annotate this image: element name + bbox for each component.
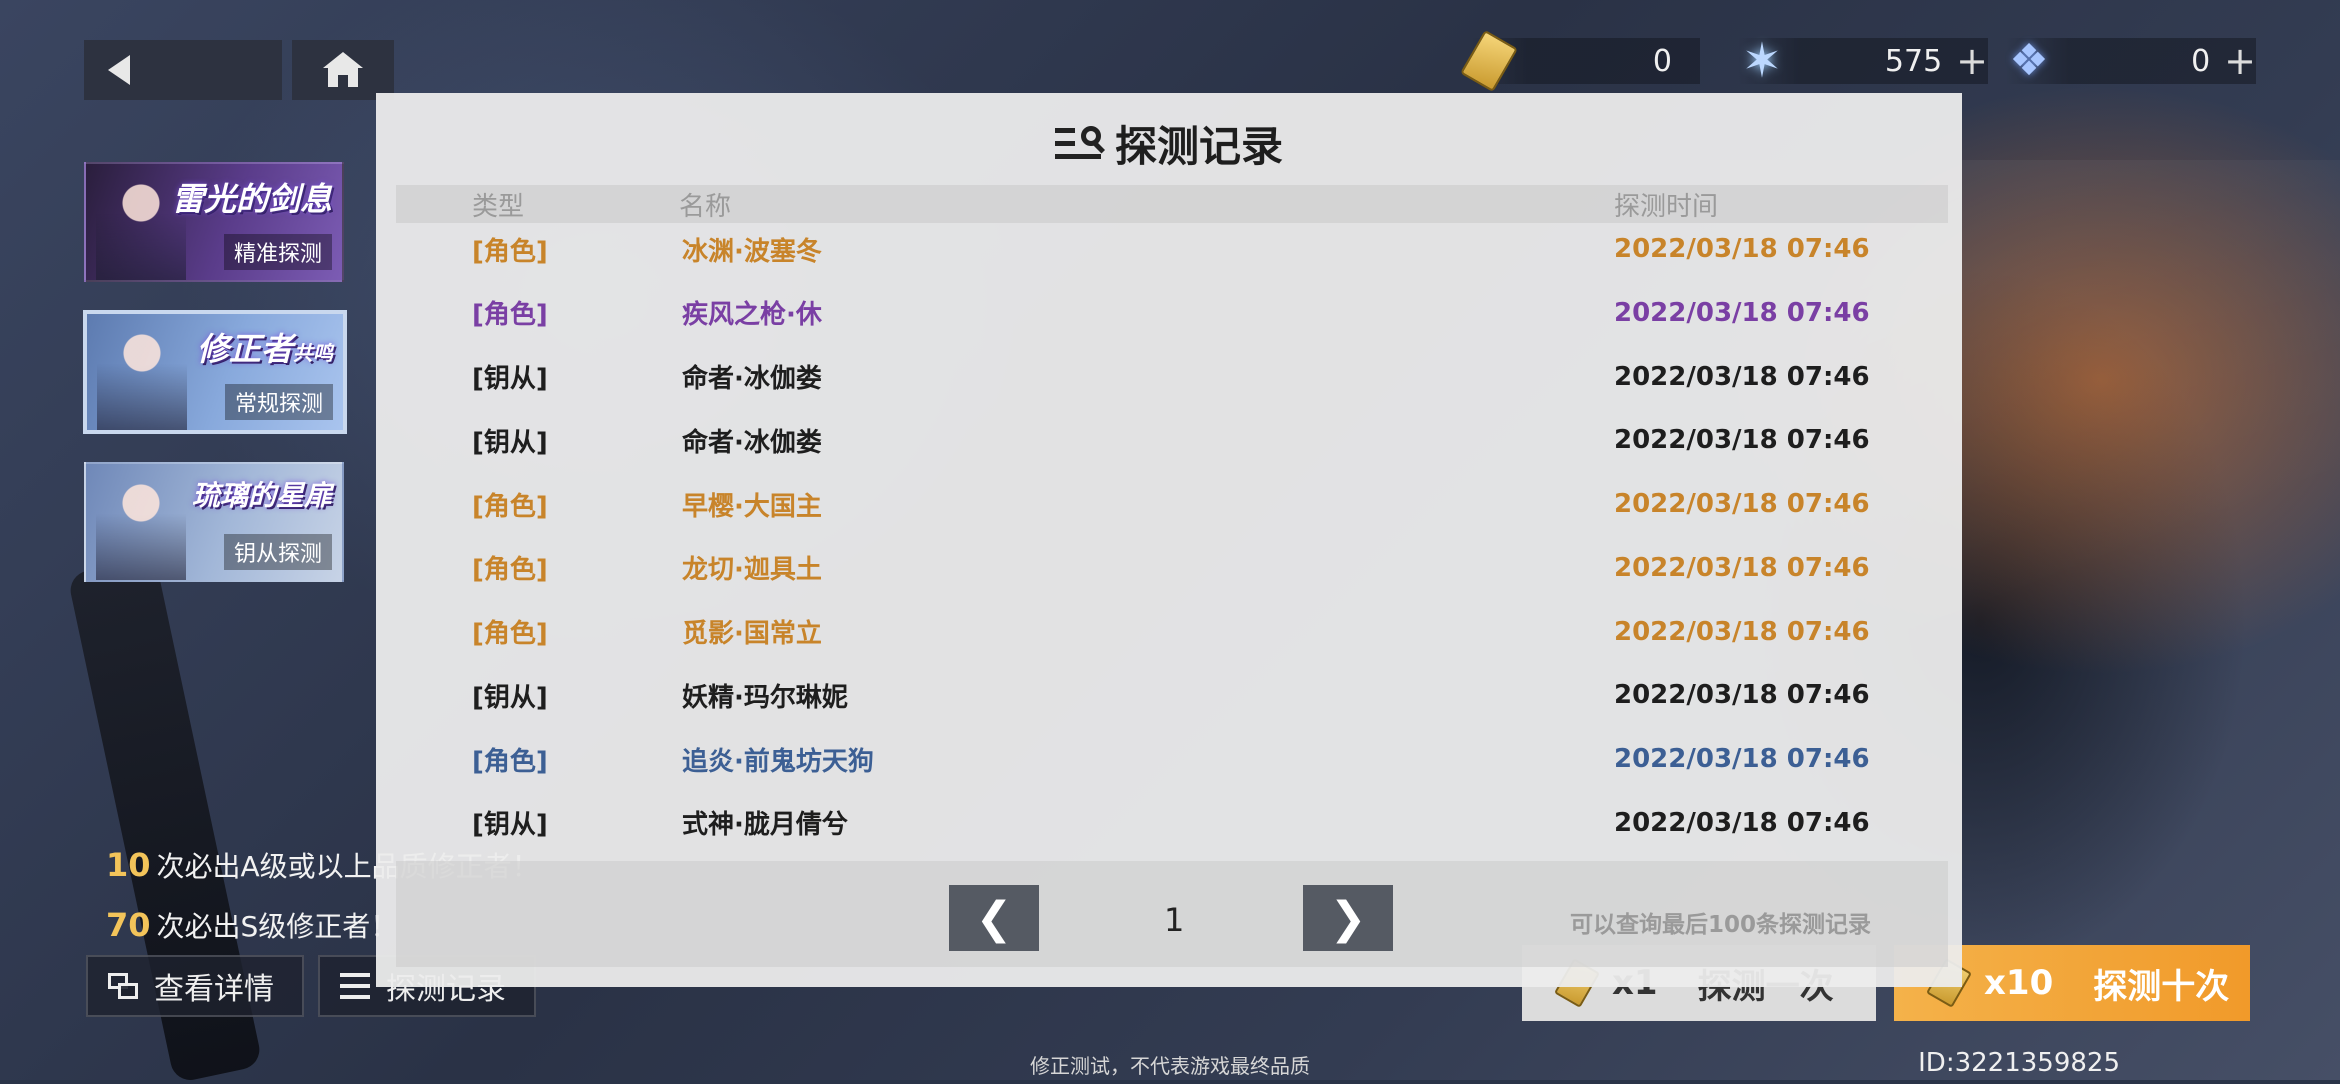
record-time: 2022/03/18 07:46 [1614, 234, 1870, 264]
record-type: [角色] [472, 746, 548, 777]
header-time: 探测时间 [1614, 191, 1719, 222]
header-name: 名称 [679, 191, 732, 222]
table-row: [钥从] 命者·冰伽娄 2022/03/18 07:46 [396, 347, 1948, 407]
record-name: 早樱·大国主 [682, 491, 822, 522]
page-number: 1 [1164, 901, 1185, 939]
banner-lightning-sword[interactable]: 雷光的剑息 精准探测 [84, 162, 344, 282]
table-row: [钥从] 妖精·玛尔琳妮 2022/03/18 07:46 [396, 665, 1948, 725]
record-name: 龙切·迦具土 [682, 555, 822, 586]
record-type: [角色] [472, 300, 548, 331]
record-name: 疾风之枪·休 [682, 300, 822, 331]
record-modal: 探测记录 类型 名称 探测时间 [角色] 冰渊·波塞冬 2022/03/18 07:… [376, 93, 1962, 987]
record-type: [角色] [472, 236, 548, 267]
record-name: 命者·冰伽娄 [682, 364, 822, 394]
table-row: [钥从] 命者·冰伽娄 2022/03/18 07:46 [396, 410, 1948, 470]
record-time: 2022/03/18 07:46 [1614, 489, 1870, 519]
header-type: 类型 [472, 191, 525, 222]
record-type: [钥从] [472, 682, 548, 713]
record-type: [角色] [472, 555, 548, 586]
record-time: 2022/03/18 07:46 [1614, 807, 1870, 838]
pity-info-s: 70 次必出S级修正者！ [106, 906, 399, 944]
currency-crystal: ❖ 0 + [2006, 38, 2256, 84]
banner-subtitle: 钥从探测 [223, 534, 332, 570]
record-name: 式神·胧月倩兮 [682, 810, 848, 841]
record-time: 2022/03/18 07:46 [1614, 552, 1870, 583]
banner-title: 修正者共鸣 [196, 330, 333, 368]
details-icon [108, 973, 138, 999]
star-crystal-icon: ✶ [1741, 33, 1783, 89]
modal-header: 探测记录 [376, 113, 1962, 174]
currency-crystal-value: 0 [2191, 43, 2211, 79]
banner-character-art [97, 320, 187, 430]
banner-title: 雷光的剑息 [171, 180, 332, 218]
record-type: [钥从] [472, 810, 548, 841]
modal-title: 探测记录 [1114, 122, 1283, 171]
table-row: [钥从] 式神·胧月倩兮 2022/03/18 07:46 [396, 793, 1948, 853]
back-button[interactable] [84, 40, 282, 100]
record-time: 2022/03/18 07:46 [1614, 361, 1870, 392]
add-star-crystal-button[interactable]: + [1956, 42, 1988, 80]
table-row: [角色] 早樱·大国主 2022/03/18 07:46 [396, 474, 1948, 534]
prev-page-button[interactable]: ❮ [949, 885, 1039, 951]
table-row: [角色] 龙切·迦具土 2022/03/18 07:46 [396, 538, 1948, 598]
record-name: 追炎·前鬼坊天狗 [682, 746, 874, 777]
record-name: 妖精·玛尔琳妮 [682, 682, 848, 713]
banner-title: 琉璃的星扉 [191, 479, 332, 512]
record-time: 2022/03/18 07:46 [1614, 744, 1870, 774]
currency-ticket: 0 [1460, 29, 1700, 93]
banner-corrector-resonance[interactable]: 修正者共鸣 常规探测 [83, 310, 347, 434]
record-time: 2022/03/18 07:46 [1614, 425, 1870, 456]
banner-subtitle: 精准探测 [223, 234, 332, 270]
currency-ticket-value: 0 [1652, 43, 1672, 79]
record-type: [钥从] [472, 364, 548, 394]
record-type: [角色] [472, 491, 548, 522]
banner-glass-star-door[interactable]: 琉璃的星扉 钥从探测 [84, 462, 344, 582]
next-page-button[interactable]: ❯ [1303, 885, 1393, 951]
view-details-button[interactable]: 查看详情 [86, 955, 304, 1017]
record-type: [角色] [472, 619, 548, 649]
home-icon [323, 52, 363, 88]
table-row: [角色] 冰渊·波塞冬 2022/03/18 07:46 [396, 219, 1948, 279]
record-name: 命者·冰伽娄 [682, 427, 822, 458]
back-arrow-icon [108, 55, 130, 85]
player-id: ID:3221359825 [1918, 1048, 2120, 1078]
banner-character-art [96, 470, 186, 580]
banner-subtitle: 常规探测 [224, 384, 333, 420]
record-search-icon [1054, 124, 1105, 164]
blue-crystal-icon: ❖ [2009, 35, 2049, 86]
add-blue-crystal-button[interactable]: + [2224, 42, 2256, 80]
table-row: [角色] 觅影·国常立 2022/03/18 07:46 [396, 602, 1948, 662]
record-name: 冰渊·波塞冬 [682, 236, 822, 267]
record-time: 2022/03/18 07:46 [1614, 297, 1870, 328]
record-type: [钥从] [472, 427, 548, 458]
home-button[interactable] [292, 40, 394, 100]
currency-star-value: 575 [1884, 43, 1943, 79]
record-time: 2022/03/18 07:46 [1614, 680, 1870, 711]
record-name: 觅影·国常立 [682, 619, 822, 649]
record-time: 2022/03/18 07:46 [1614, 616, 1870, 647]
table-header: 类型 名称 探测时间 [396, 185, 1948, 223]
currency-star: ✶ 575 + [1738, 33, 1988, 89]
list-icon [340, 973, 370, 999]
records-limit-note: 可以查询最后100条探测记录 [1570, 912, 1872, 938]
table-row: [角色] 追炎·前鬼坊天狗 2022/03/18 07:46 [396, 729, 1948, 789]
table-row: [角色] 疾风之枪·休 2022/03/18 07:46 [396, 283, 1948, 343]
pagination-bar: ❮ 1 ❯ 可以查询最后100条探测记录 [396, 861, 1948, 967]
